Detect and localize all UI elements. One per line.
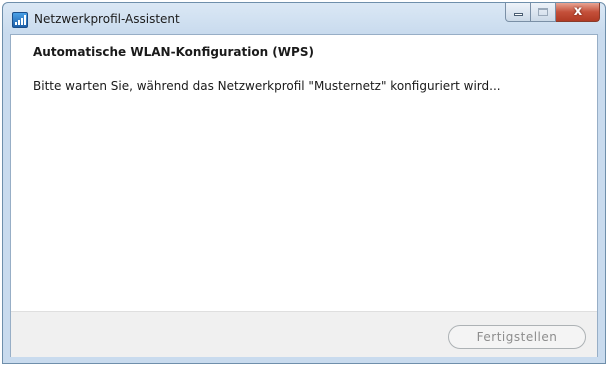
window-title: Netzwerkprofil-Assistent bbox=[34, 12, 180, 26]
wizard-window: Netzwerkprofil-Assistent x Automatische … bbox=[2, 2, 606, 364]
page-heading: Automatische WLAN-Konfiguration (WPS) bbox=[33, 45, 314, 59]
caption-buttons: x bbox=[505, 3, 600, 23]
maximize-button[interactable] bbox=[531, 3, 556, 22]
close-icon: x bbox=[573, 4, 583, 19]
maximize-icon bbox=[538, 8, 548, 16]
network-wizard-icon bbox=[12, 12, 28, 28]
close-button[interactable]: x bbox=[556, 3, 600, 22]
minimize-icon bbox=[514, 13, 523, 16]
wizard-page: Automatische WLAN-Konfiguration (WPS) Bi… bbox=[10, 34, 598, 357]
button-bar: Fertigstellen bbox=[11, 311, 597, 357]
finish-button[interactable]: Fertigstellen bbox=[448, 325, 586, 349]
status-message: Bitte warten Sie, während das Netzwerkpr… bbox=[33, 79, 501, 93]
minimize-button[interactable] bbox=[505, 3, 531, 22]
title-bar[interactable]: Netzwerkprofil-Assistent x bbox=[3, 3, 605, 35]
